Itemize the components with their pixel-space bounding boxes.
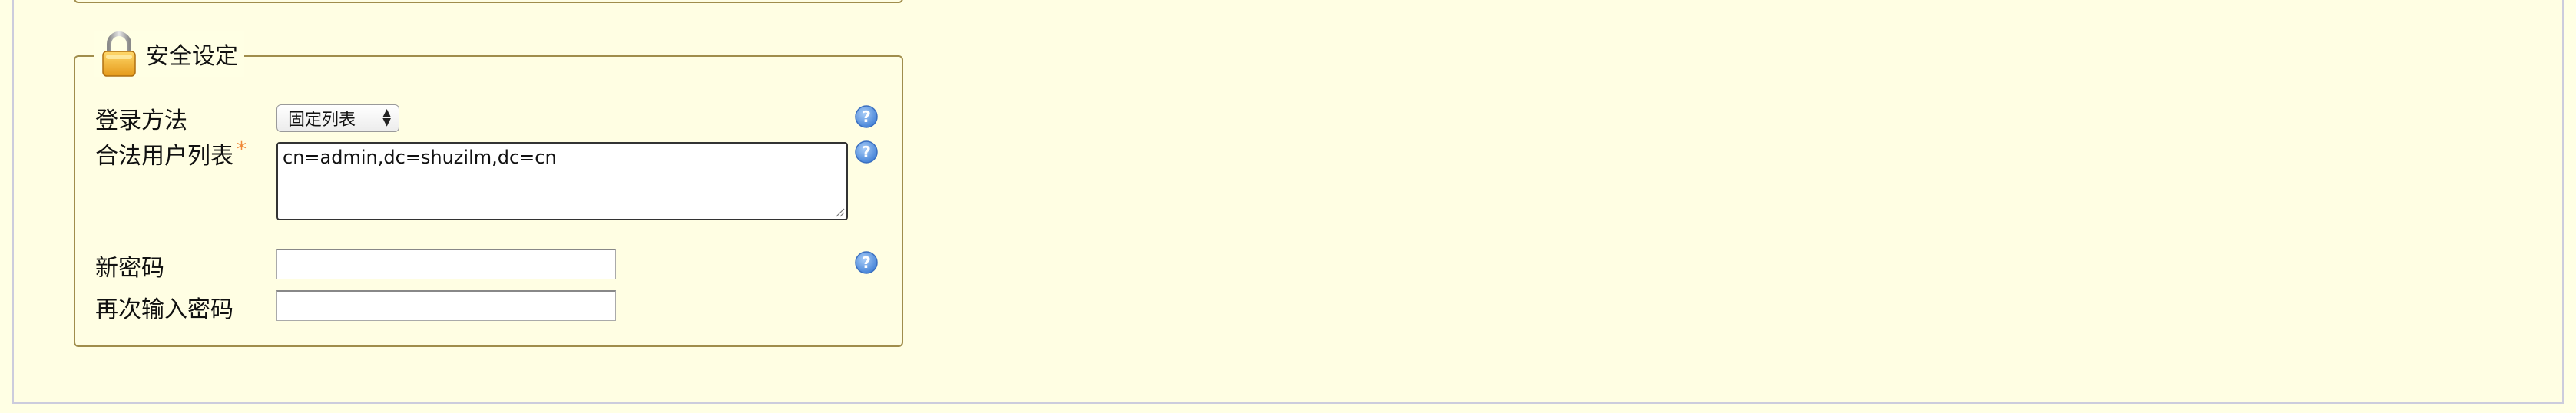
confirm-password-label: 再次输入密码 — [95, 296, 233, 323]
svg-text:?: ? — [862, 143, 871, 161]
security-settings-legend: 安全设定 — [94, 31, 244, 77]
help-icon[interactable]: ? — [854, 140, 879, 164]
security-settings-fieldset: 安全设定 登录方法 固定列表 ▲ ▼ ? 合法用户列表 * cn=admin,d… — [74, 31, 903, 347]
previous-section-border — [74, 0, 903, 3]
svg-text:?: ? — [862, 107, 871, 126]
new-password-label: 新密码 — [95, 255, 164, 282]
new-password-input[interactable] — [276, 249, 616, 279]
allowed-users-label-text: 合法用户列表 — [95, 143, 233, 170]
resize-grip-icon[interactable] — [834, 206, 845, 217]
help-icon[interactable]: ? — [854, 250, 879, 275]
allowed-users-label: 合法用户列表 * — [95, 137, 247, 170]
login-method-select[interactable]: 固定列表 ▲ ▼ — [276, 104, 399, 132]
settings-panel: 安全设定 登录方法 固定列表 ▲ ▼ ? 合法用户列表 * cn=admin,d… — [12, 0, 2564, 404]
select-arrows-icon: ▲ ▼ — [382, 107, 391, 128]
login-method-selected-value: 固定列表 — [288, 111, 356, 130]
required-marker: * — [237, 138, 247, 161]
svg-text:?: ? — [862, 253, 871, 272]
allowed-users-textarea[interactable]: cn=admin,dc=shuzilm,dc=cn — [276, 142, 848, 220]
lock-icon — [102, 31, 136, 77]
confirm-password-input[interactable] — [276, 290, 616, 321]
section-title: 安全设定 — [146, 43, 238, 70]
login-method-label: 登录方法 — [95, 107, 187, 134]
allowed-users-value: cn=admin,dc=shuzilm,dc=cn — [283, 147, 557, 168]
help-icon[interactable]: ? — [854, 104, 879, 129]
page: 安全设定 登录方法 固定列表 ▲ ▼ ? 合法用户列表 * cn=admin,d… — [0, 0, 2576, 413]
